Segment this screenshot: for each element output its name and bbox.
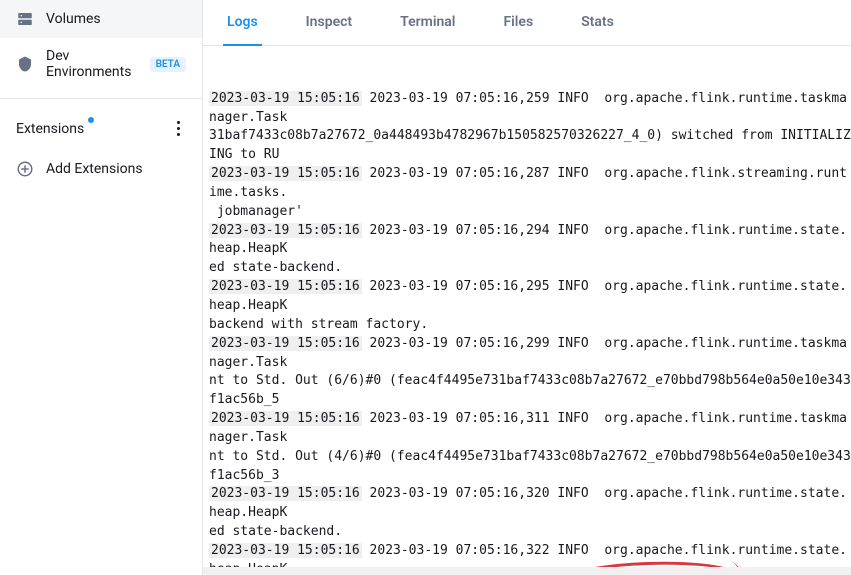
horizontal-scrollbar[interactable] xyxy=(203,567,851,575)
kebab-menu-icon[interactable] xyxy=(170,117,186,140)
log-line: 2023-03-19 15:05:16 2023-03-19 07:05:16,… xyxy=(209,90,851,128)
log-line: 2023-03-19 15:05:16 2023-03-19 07:05:16,… xyxy=(209,410,851,448)
log-text: jobmanager' xyxy=(209,204,303,219)
main-panel: Logs Inspect Terminal Files Stats 2023-03-19… xyxy=(203,0,851,575)
sidebar-item-volumes[interactable]: Volumes xyxy=(0,0,202,38)
log-timestamp: 2023-03-19 15:05:16 xyxy=(209,223,362,238)
beta-badge: BETA xyxy=(150,57,186,72)
log-text: nt to Std. Out (6/6)#0 (feac4f4495e731ba… xyxy=(209,373,851,407)
sidebar-item-label: Add Extensions xyxy=(46,161,143,177)
notification-dot-icon xyxy=(88,117,94,123)
log-text: 31baf7433c08b7a27672_0a448493b4782967b15… xyxy=(209,128,851,162)
log-line: ed state-backend. xyxy=(209,523,851,542)
log-line: 2023-03-19 15:05:16 2023-03-19 07:05:16,… xyxy=(209,335,851,373)
log-timestamp: 2023-03-19 15:05:16 xyxy=(209,279,362,294)
log-line: jobmanager' xyxy=(209,203,851,222)
sidebar-item-dev-environments[interactable]: Dev Environments BETA xyxy=(0,38,202,90)
log-line: 2023-03-19 15:05:16 2023-03-19 07:05:16,… xyxy=(209,165,851,203)
plus-circle-icon xyxy=(16,160,34,178)
dev-env-icon xyxy=(16,55,34,73)
log-timestamp: 2023-03-19 15:05:16 xyxy=(209,166,362,181)
tab-terminal[interactable]: Terminal xyxy=(396,0,459,46)
log-viewer[interactable]: 2023-03-19 15:05:16 2023-03-19 07:05:16,… xyxy=(203,46,851,575)
log-timestamp: 2023-03-19 15:05:16 xyxy=(209,543,362,558)
sidebar: Volumes Dev Environments BETA Extensions… xyxy=(0,0,203,575)
log-timestamp: 2023-03-19 15:05:16 xyxy=(209,486,362,501)
tab-inspect[interactable]: Inspect xyxy=(302,0,356,46)
extensions-title-text: Extensions xyxy=(16,121,84,137)
divider xyxy=(0,98,202,99)
volumes-icon xyxy=(16,10,34,28)
sidebar-item-add-extensions[interactable]: Add Extensions xyxy=(0,150,202,188)
log-line: 2023-03-19 15:05:16 2023-03-19 07:05:16,… xyxy=(209,222,851,260)
log-line: 31baf7433c08b7a27672_0a448493b4782967b15… xyxy=(209,127,851,165)
log-text: nt to Std. Out (4/6)#0 (feac4f4495e731ba… xyxy=(209,449,851,483)
log-timestamp: 2023-03-19 15:05:16 xyxy=(209,91,362,106)
extensions-header: Extensions xyxy=(0,107,202,150)
log-timestamp: 2023-03-19 15:05:16 xyxy=(209,411,362,426)
sidebar-item-label: Dev Environments xyxy=(46,48,134,80)
log-lines-wrapper: 2023-03-19 15:05:16 2023-03-19 07:05:16,… xyxy=(209,90,851,575)
log-line: nt to Std. Out (6/6)#0 (feac4f4495e731ba… xyxy=(209,372,851,410)
extensions-title: Extensions xyxy=(16,121,84,137)
log-text: ed state-backend. xyxy=(209,524,342,539)
tab-files[interactable]: Files xyxy=(499,0,537,46)
log-line: backend with stream factory. xyxy=(209,316,851,335)
log-line: 2023-03-19 15:05:16 2023-03-19 07:05:16,… xyxy=(209,485,851,523)
tab-logs[interactable]: Logs xyxy=(223,0,262,46)
tab-stats[interactable]: Stats xyxy=(577,0,618,46)
log-timestamp: 2023-03-19 15:05:16 xyxy=(209,336,362,351)
log-line: nt to Std. Out (4/6)#0 (feac4f4495e731ba… xyxy=(209,448,851,486)
log-line: 2023-03-19 15:05:16 2023-03-19 07:05:16,… xyxy=(209,278,851,316)
log-text: backend with stream factory. xyxy=(209,317,428,332)
tabs: Logs Inspect Terminal Files Stats xyxy=(203,0,851,46)
log-text: ed state-backend. xyxy=(209,260,342,275)
sidebar-item-label: Volumes xyxy=(46,11,101,27)
log-line: ed state-backend. xyxy=(209,259,851,278)
